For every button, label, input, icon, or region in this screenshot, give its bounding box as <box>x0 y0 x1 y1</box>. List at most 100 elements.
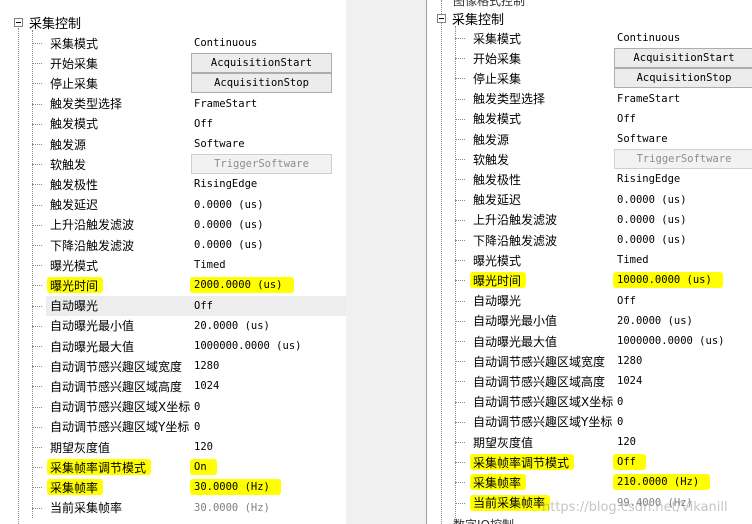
property-row[interactable]: 停止采集 AcquisitionStop <box>427 68 752 89</box>
property-row[interactable]: 自动调节感兴趣区域高度 1024 <box>0 376 346 396</box>
property-value[interactable]: 20.0000 (us) <box>194 320 270 332</box>
property-row[interactable]: 自动曝光最大值 1000000.0000 (us) <box>427 331 752 351</box>
property-value[interactable]: 1000000.0000 (us) <box>194 340 301 352</box>
property-value[interactable]: Timed <box>194 259 226 271</box>
property-value[interactable]: 20.0000 (us) <box>617 315 693 327</box>
collapse-icon[interactable] <box>14 17 23 27</box>
property-value[interactable]: Off <box>617 113 636 125</box>
acquisitionstop-button[interactable]: AcquisitionStop <box>191 73 332 94</box>
property-value[interactable]: Continuous <box>617 32 680 44</box>
property-name: 采集帧率 <box>50 480 99 495</box>
property-row[interactable]: 下降沿触发滤波 0.0000 (us) <box>0 235 346 255</box>
property-row[interactable]: 采集帧率调节模式 Off <box>427 452 752 472</box>
property-row[interactable]: 停止采集 AcquisitionStop <box>0 73 346 94</box>
property-row[interactable]: 自动调节感兴趣区域高度 1024 <box>427 371 752 391</box>
property-value[interactable]: 0.0000 (us) <box>194 239 264 251</box>
property-value[interactable]: 0 <box>194 421 200 433</box>
property-row[interactable]: 开始采集 AcquisitionStart <box>0 53 346 74</box>
property-value[interactable]: 120 <box>617 436 636 448</box>
property-row[interactable]: 曝光时间 10000.0000 (us) <box>427 270 752 290</box>
property-value[interactable]: 0 <box>617 416 623 428</box>
property-row[interactable]: 期望灰度值 120 <box>427 432 752 452</box>
property-value[interactable]: 0.0000 (us) <box>194 199 264 211</box>
property-row[interactable]: 自动曝光最小值 20.0000 (us) <box>0 316 346 336</box>
property-row[interactable]: 触发源 Software <box>427 129 752 149</box>
property-value[interactable]: FrameStart <box>617 93 680 105</box>
property-row[interactable]: 曝光时间 2000.0000 (us) <box>0 275 346 295</box>
property-row[interactable]: 自动曝光最大值 1000000.0000 (us) <box>0 336 346 356</box>
acquisitionstart-button[interactable]: AcquisitionStart <box>614 48 752 69</box>
triggersoftware-button[interactable]: TriggerSoftware <box>191 154 332 175</box>
property-row[interactable]: 自动调节感兴趣区域宽度 1280 <box>427 351 752 371</box>
property-row[interactable]: 当前采集帧率 30.0000 (Hz) <box>0 498 346 518</box>
property-row[interactable]: 开始采集 AcquisitionStart <box>427 48 752 69</box>
property-row[interactable]: 曝光模式 Timed <box>0 255 346 275</box>
acquisitionstop-button[interactable]: AcquisitionStop <box>614 68 752 89</box>
property-value[interactable]: Timed <box>617 254 649 266</box>
property-row[interactable]: 自动曝光 Off <box>427 291 752 311</box>
property-row[interactable]: 触发极性 RisingEdge <box>427 169 752 189</box>
property-row[interactable]: 自动调节感兴趣区域X坐标 0 <box>0 397 346 417</box>
property-value[interactable]: Continuous <box>194 37 257 49</box>
property-row[interactable]: 触发模式 Off <box>427 109 752 129</box>
property-row[interactable]: 触发源 Software <box>0 134 346 154</box>
section-acquisition-control[interactable]: 采集控制 <box>14 13 81 32</box>
property-row[interactable]: 采集模式 Continuous <box>427 28 752 48</box>
property-value[interactable]: On <box>194 461 207 473</box>
property-row[interactable]: 触发极性 RisingEdge <box>0 174 346 194</box>
property-row[interactable]: 触发延迟 0.0000 (us) <box>0 195 346 215</box>
property-value[interactable]: RisingEdge <box>194 178 257 190</box>
property-value[interactable]: RisingEdge <box>617 173 680 185</box>
property-value[interactable]: 210.0000 (Hz) <box>617 476 699 488</box>
property-value[interactable]: 120 <box>194 441 213 453</box>
property-value[interactable]: 1280 <box>617 355 642 367</box>
property-value[interactable]: 30.0000 (Hz) <box>194 481 270 493</box>
property-row[interactable]: 自动调节感兴趣区域Y坐标 0 <box>427 412 752 432</box>
property-row[interactable]: 自动调节感兴趣区域Y坐标 0 <box>0 417 346 437</box>
property-value[interactable]: 0 <box>617 396 623 408</box>
property-value[interactable]: Software <box>194 138 245 150</box>
property-value[interactable]: 0.0000 (us) <box>617 234 687 246</box>
property-row[interactable]: 上升沿触发滤波 0.0000 (us) <box>0 215 346 235</box>
property-row[interactable]: 下降沿触发滤波 0.0000 (us) <box>427 230 752 250</box>
property-value[interactable]: Off <box>194 300 213 312</box>
property-row[interactable]: 触发类型选择 FrameStart <box>0 94 346 114</box>
property-row[interactable]: 触发延迟 0.0000 (us) <box>427 190 752 210</box>
property-row[interactable]: 软触发 TriggerSoftware <box>427 149 752 170</box>
property-row[interactable]: 触发模式 Off <box>0 114 346 134</box>
property-row[interactable]: 自动曝光 Off <box>0 295 346 316</box>
property-value[interactable]: 0.0000 (us) <box>617 194 687 206</box>
property-row[interactable]: 采集模式 Continuous <box>0 33 346 53</box>
section-acquisition-control[interactable]: 采集控制 <box>437 9 504 28</box>
property-row[interactable]: 期望灰度值 120 <box>0 437 346 457</box>
property-row[interactable]: 采集帧率 30.0000 (Hz) <box>0 477 346 497</box>
property-row[interactable]: 曝光模式 Timed <box>427 250 752 270</box>
property-value[interactable]: 10000.0000 (us) <box>617 274 712 286</box>
collapse-icon[interactable] <box>437 13 446 23</box>
property-value[interactable]: FrameStart <box>194 98 257 110</box>
property-value[interactable]: 0.0000 (us) <box>617 214 687 226</box>
property-row[interactable]: 自动曝光最小值 20.0000 (us) <box>427 311 752 331</box>
property-row[interactable]: 触发类型选择 FrameStart <box>427 89 752 109</box>
property-row[interactable]: 自动调节感兴趣区域宽度 1280 <box>0 356 346 376</box>
property-value[interactable]: 2000.0000 (us) <box>194 279 283 291</box>
property-value[interactable]: 1280 <box>194 360 219 372</box>
property-row[interactable]: 采集帧率调节模式 On <box>0 457 346 477</box>
acquisitionstart-button[interactable]: AcquisitionStart <box>191 53 332 74</box>
section-fragment-bottom[interactable]: 数字IO控制 <box>453 516 514 524</box>
triggersoftware-button[interactable]: TriggerSoftware <box>614 149 752 170</box>
property-value[interactable]: Off <box>194 118 213 130</box>
property-value[interactable]: 1024 <box>194 380 219 392</box>
property-value[interactable]: 1024 <box>617 375 642 387</box>
property-value[interactable]: 0.0000 (us) <box>194 219 264 231</box>
property-row[interactable]: 采集帧率 210.0000 (Hz) <box>427 472 752 492</box>
property-value[interactable]: 30.0000 (Hz) <box>194 502 270 514</box>
property-value[interactable]: 1000000.0000 (us) <box>617 335 724 347</box>
property-row[interactable]: 自动调节感兴趣区域X坐标 0 <box>427 392 752 412</box>
property-row[interactable]: 软触发 TriggerSoftware <box>0 154 346 175</box>
property-row[interactable]: 上升沿触发滤波 0.0000 (us) <box>427 210 752 230</box>
property-value[interactable]: Off <box>617 295 636 307</box>
property-value[interactable]: 0 <box>194 401 200 413</box>
property-value[interactable]: Software <box>617 133 668 145</box>
property-value[interactable]: Off <box>617 456 636 468</box>
